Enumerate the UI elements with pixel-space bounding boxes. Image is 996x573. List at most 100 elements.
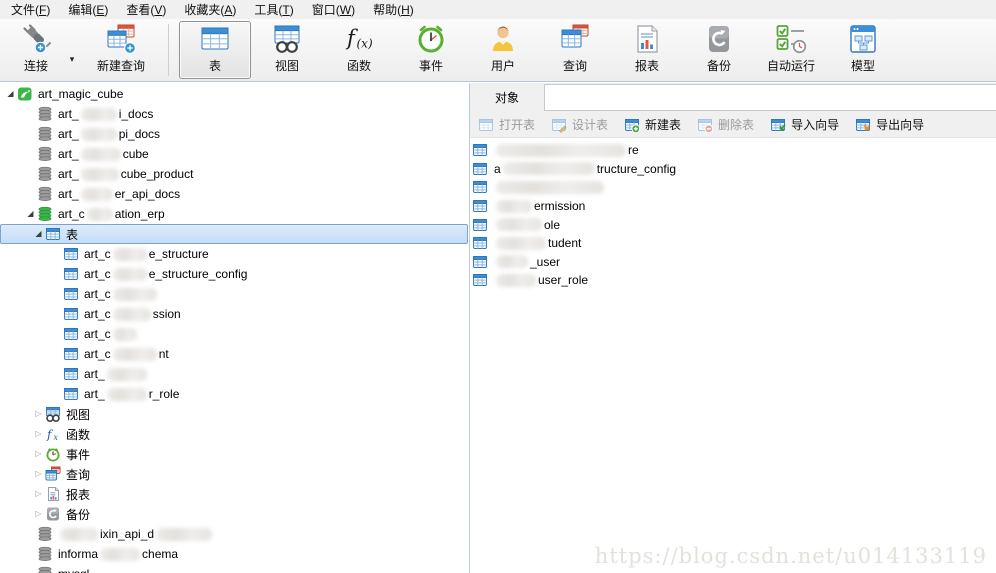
table-list-row[interactable]: [472, 178, 996, 197]
tree-row[interactable]: art_ r_role: [0, 384, 469, 404]
tree-row[interactable]: art_c e_structure: [0, 244, 469, 264]
tree-row[interactable]: mysql: [0, 564, 469, 573]
tree-row[interactable]: ◢ art_magic_cube: [0, 84, 469, 104]
toolbar-button-query[interactable]: 查询: [539, 21, 611, 79]
table-name: ole: [544, 217, 561, 232]
object-toolbar-import-wizard[interactable]: 导入向导: [770, 116, 839, 133]
event-icon-sm: [46, 448, 60, 462]
tree-row[interactable]: ◢ 表: [0, 224, 469, 244]
table-list-row[interactable]: tudent: [472, 234, 996, 253]
tree-row[interactable]: ◢ art_c ation_erp: [0, 204, 469, 224]
tree-row[interactable]: art_: [0, 364, 469, 384]
function-icon: f (x): [343, 22, 375, 56]
expand-arrow-icon[interactable]: ◢: [4, 84, 17, 104]
expand-arrow-icon[interactable]: ◢: [32, 224, 45, 244]
table-icon-sm: [64, 248, 78, 260]
table-icon-sm: [64, 368, 78, 380]
tree-row[interactable]: art_c e_structure_config: [0, 264, 469, 284]
database-icon: [38, 106, 52, 121]
database-icon: [38, 146, 52, 161]
tree-label: art_c: [84, 267, 111, 281]
table-list-row[interactable]: _user: [472, 253, 996, 272]
database-icon: [37, 186, 53, 202]
tab-objects[interactable]: 对象: [470, 83, 544, 112]
tree-row[interactable]: art_c: [0, 324, 469, 344]
collapse-arrow-icon[interactable]: ▷: [32, 444, 45, 464]
object-toolbar-new-table[interactable]: 新建表: [624, 116, 681, 133]
toolbar-button-event[interactable]: 事件: [395, 21, 467, 79]
tree-row[interactable]: art_c nt: [0, 344, 469, 364]
object-tab-bar: 对象: [470, 83, 996, 112]
table-icon: [63, 386, 79, 402]
tree-row[interactable]: ▷ 报表: [0, 484, 469, 504]
tree-row[interactable]: ▷ 事件: [0, 444, 469, 464]
tree-row[interactable]: ▷ 视图: [0, 404, 469, 424]
report-icon: [637, 25, 658, 53]
tree-row[interactable]: art_c: [0, 284, 469, 304]
tree-label: 查询: [66, 467, 91, 482]
table-icon-sm: [473, 181, 487, 194]
table-icon: [63, 326, 79, 342]
expand-arrow-icon[interactable]: ◢: [24, 204, 37, 224]
collapse-arrow-icon[interactable]: ▷: [32, 484, 45, 504]
model-icon: [850, 25, 876, 53]
tree-row[interactable]: art_ cube: [0, 144, 469, 164]
tree-row[interactable]: ▷ f x 函数: [0, 424, 469, 444]
tree-label: er_api_docs: [114, 187, 181, 201]
toolbar-button-plug-new[interactable]: 连接: [8, 21, 64, 79]
toolbar-button-model[interactable]: 模型: [827, 21, 899, 79]
table-list-row[interactable]: ermission: [472, 197, 996, 216]
toolbar-button-table[interactable]: 表: [179, 21, 251, 79]
table-icon-sm: [64, 348, 78, 360]
table-list-row[interactable]: user_role: [472, 271, 996, 290]
toolbar-button-user[interactable]: 用户: [467, 21, 539, 79]
collapse-arrow-icon[interactable]: ▷: [32, 424, 45, 444]
collapse-arrow-icon[interactable]: ▷: [32, 504, 45, 524]
delete-table-icon: [698, 118, 714, 133]
event-icon: [45, 446, 61, 462]
toolbar-button-view[interactable]: 视图: [251, 21, 323, 79]
toolbar-button-autorun[interactable]: 自动运行: [755, 21, 827, 79]
collapse-arrow-icon[interactable]: ▷: [32, 464, 45, 484]
table-list-row[interactable]: ole: [472, 215, 996, 234]
menu-item-4[interactable]: 收藏夹(A): [175, 0, 245, 20]
toolbar-button-new-query[interactable]: 新建查询: [80, 21, 162, 79]
menu-item-3[interactable]: 查看(V): [117, 0, 175, 20]
connection-dropdown-arrow[interactable]: ▾: [64, 19, 80, 81]
tree-row[interactable]: art_ pi_docs: [0, 124, 469, 144]
open-table-icon: [478, 117, 494, 133]
toolbar-button-backup[interactable]: 备份: [683, 21, 755, 79]
tree-row[interactable]: art_c ssion: [0, 304, 469, 324]
menu-item-7[interactable]: 帮助(H): [364, 0, 423, 20]
toolbar-button-report[interactable]: 报表: [611, 21, 683, 79]
tree-row[interactable]: art_ er_api_docs: [0, 184, 469, 204]
menu-item-2[interactable]: 编辑(E): [59, 0, 117, 20]
tree-label: 函数: [66, 427, 91, 442]
tree-row[interactable]: art_ i_docs: [0, 104, 469, 124]
tree-row[interactable]: ▷ 备份: [0, 504, 469, 524]
redacted-text: [496, 255, 528, 269]
tree-row[interactable]: ixin_api_d: [0, 524, 469, 544]
toolbar-button-function[interactable]: f (x) 函数: [323, 21, 395, 79]
collapse-arrow-icon[interactable]: ▷: [32, 404, 45, 424]
database-icon: [37, 566, 53, 573]
menu-item-5[interactable]: 工具(T): [245, 0, 302, 20]
object-toolbar-export-wizard[interactable]: 导出向导: [855, 116, 924, 133]
tree-label: e_structure_config: [148, 267, 248, 281]
tree-row[interactable]: art_ cube_product: [0, 164, 469, 184]
table-list-row[interactable]: a tructure_config: [472, 160, 996, 179]
table-icon-sm: [64, 308, 78, 320]
object-toolbar-label: 打开表: [499, 118, 536, 132]
tree-label: art_: [58, 187, 79, 201]
tree-row[interactable]: ▷ 查询: [0, 464, 469, 484]
table-icon: [63, 286, 79, 302]
menu-item-6[interactable]: 窗口(W): [303, 0, 364, 20]
tree-label: r_role: [148, 387, 180, 401]
redacted-text: [496, 218, 542, 232]
menu-item-1[interactable]: 文件(F): [2, 0, 59, 20]
tree-label: art_c: [84, 347, 111, 361]
database-icon: [38, 186, 52, 201]
object-toolbar-design-table: 设计表: [551, 116, 608, 133]
table-list-row[interactable]: re: [472, 141, 996, 160]
tree-row[interactable]: informa chema: [0, 544, 469, 564]
